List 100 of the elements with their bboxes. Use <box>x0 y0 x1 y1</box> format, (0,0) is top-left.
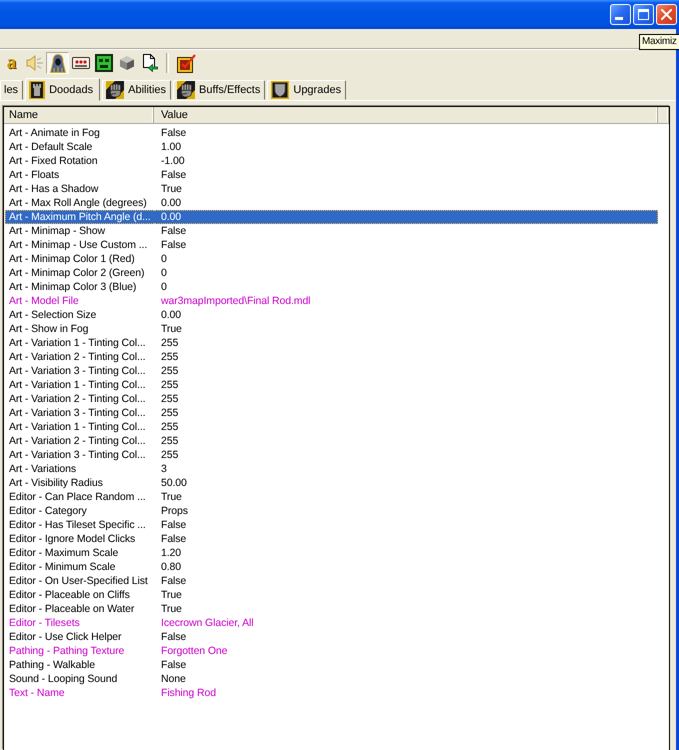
property-name-cell[interactable]: Art - Show in Fog <box>5 322 154 336</box>
property-name-cell[interactable]: Art - Visibility Radius <box>5 476 154 490</box>
property-value-cell[interactable]: False <box>154 238 658 252</box>
property-value-cell[interactable]: True <box>154 490 658 504</box>
property-value-cell[interactable]: True <box>154 322 658 336</box>
property-name-cell[interactable]: Art - Variation 2 - Tinting Col... <box>5 350 154 364</box>
property-name-cell[interactable]: Sound - Looping Sound <box>5 672 154 686</box>
property-value-cell[interactable]: 255 <box>154 392 658 406</box>
property-name-cell[interactable]: Editor - Can Place Random ... <box>5 490 154 504</box>
property-name-cell[interactable]: Editor - Placeable on Cliffs <box>5 588 154 602</box>
property-name-cell[interactable]: Art - Minimap - Use Custom ... <box>5 238 154 252</box>
tooltip: Maximiz <box>639 34 679 50</box>
property-name-cell[interactable]: Art - Variation 1 - Tinting Col... <box>5 420 154 434</box>
tab[interactable]: Abilities <box>102 80 172 100</box>
property-value-cell[interactable]: 0.00 <box>154 210 658 224</box>
property-value-cell[interactable]: 255 <box>154 448 658 462</box>
property-value-cell[interactable]: False <box>154 574 658 588</box>
property-value-cell[interactable]: True <box>154 602 658 616</box>
property-name-cell[interactable]: Art - Variation 1 - Tinting Col... <box>5 378 154 392</box>
cube-icon <box>118 55 134 71</box>
property-value-cell[interactable]: 0 <box>154 280 658 294</box>
property-value-cell[interactable]: Fishing Rod <box>154 686 658 700</box>
property-name-cell[interactable]: Art - Variation 2 - Tinting Col... <box>5 434 154 448</box>
property-value-cell[interactable]: 50.00 <box>154 476 658 490</box>
property-value-cell[interactable]: Props <box>154 504 658 518</box>
property-name-cell[interactable]: Editor - On User-Specified List <box>5 574 154 588</box>
property-name-cell[interactable]: Art - Variation 2 - Tinting Col... <box>5 392 154 406</box>
property-value-cell[interactable]: 0.00 <box>154 308 658 322</box>
property-value-cell[interactable]: False <box>154 168 658 182</box>
property-name-cell[interactable]: Art - Variations <box>5 462 154 476</box>
property-name-cell[interactable]: Art - Minimap Color 2 (Green) <box>5 266 154 280</box>
property-value-cell[interactable]: True <box>154 588 658 602</box>
property-value-cell[interactable]: True <box>154 182 658 196</box>
property-name-cell[interactable]: Art - Variation 3 - Tinting Col... <box>5 364 154 378</box>
column-header[interactable]: Value <box>154 107 658 123</box>
fist-icon <box>177 81 196 99</box>
property-name-cell[interactable]: Art - Floats <box>5 168 154 182</box>
fist-icon <box>106 81 124 99</box>
property-value-cell[interactable]: 255 <box>154 336 658 350</box>
property-value-cell[interactable]: False <box>154 630 658 644</box>
property-name-cell[interactable]: Art - Maximum Pitch Angle (d... <box>5 210 154 224</box>
property-value-cell[interactable]: 255 <box>154 364 658 378</box>
property-value-cell[interactable]: False <box>154 224 658 238</box>
property-name-cell[interactable]: Editor - Maximum Scale <box>5 546 154 560</box>
property-value-cell[interactable]: 255 <box>154 420 658 434</box>
property-value-cell[interactable]: 0 <box>154 266 658 280</box>
property-name-cell[interactable]: Art - Selection Size <box>5 308 154 322</box>
property-name-cell[interactable]: Art - Default Scale <box>5 140 154 154</box>
card-icon <box>72 57 90 69</box>
property-value-cell[interactable]: 3 <box>154 462 658 476</box>
property-value-cell[interactable]: 0.80 <box>154 560 658 574</box>
property-value-cell[interactable]: Icecrown Glacier, All <box>154 616 658 630</box>
tab[interactable]: Buffs/Effects <box>173 80 266 100</box>
property-value-cell[interactable]: 255 <box>154 434 658 448</box>
property-name-cell[interactable]: Art - Minimap Color 3 (Blue) <box>5 280 154 294</box>
property-value-cell[interactable]: 1.20 <box>154 546 658 560</box>
property-name-cell[interactable]: Art - Minimap - Show <box>5 224 154 238</box>
property-name-cell[interactable]: Art - Animate in Fog <box>5 126 154 140</box>
property-name-cell[interactable]: Editor - Category <box>5 504 154 518</box>
property-name-cell[interactable]: Editor - Tilesets <box>5 616 154 630</box>
property-name-cell[interactable]: Art - Variation 1 - Tinting Col... <box>5 336 154 350</box>
property-name-cell[interactable]: Text - Name <box>5 686 154 700</box>
property-name-cell[interactable]: Editor - Placeable on Water <box>5 602 154 616</box>
property-name-cell[interactable]: Art - Max Roll Angle (degrees) <box>5 196 154 210</box>
property-value-cell[interactable]: 0.00 <box>154 196 658 210</box>
property-name-cell[interactable]: Editor - Ignore Model Clicks <box>5 532 154 546</box>
property-value-cell[interactable]: None <box>154 672 658 686</box>
property-name-cell[interactable]: Art - Fixed Rotation <box>5 154 154 168</box>
close-button[interactable] <box>656 4 677 25</box>
maximize-button[interactable] <box>633 4 654 25</box>
minimize-button[interactable] <box>610 4 631 25</box>
property-name-cell[interactable]: Art - Model File <box>5 294 154 308</box>
property-name-cell[interactable]: Art - Variation 3 - Tinting Col... <box>5 406 154 420</box>
property-value-cell[interactable]: False <box>154 518 658 532</box>
property-value-cell[interactable]: 1.00 <box>154 140 658 154</box>
column-header[interactable]: Name <box>4 107 154 123</box>
property-value-cell[interactable]: 255 <box>154 378 658 392</box>
property-name-cell[interactable]: Editor - Minimum Scale <box>5 560 154 574</box>
property-name-cell[interactable]: Pathing - Pathing Texture <box>5 644 154 658</box>
toolbar-button[interactable] <box>175 52 198 74</box>
property-name-cell[interactable]: Pathing - Walkable <box>5 658 154 672</box>
property-value-cell[interactable]: False <box>154 532 658 546</box>
property-value-cell[interactable]: 255 <box>154 350 658 364</box>
property-name-cell[interactable]: Editor - Use Click Helper <box>5 630 154 644</box>
toolbar-button[interactable] <box>92 52 115 74</box>
toolbar-button[interactable] <box>46 52 69 74</box>
property-value-cell[interactable]: 255 <box>154 406 658 420</box>
property-name-cell[interactable]: Editor - Has Tileset Specific ... <box>5 518 154 532</box>
property-value-cell[interactable]: Forgotten One <box>154 644 658 658</box>
property-name-cell[interactable]: Art - Variation 3 - Tinting Col... <box>5 448 154 462</box>
property-value-cell[interactable]: war3mapImported\Final Rod.mdl <box>154 294 658 308</box>
property-value-cell[interactable]: False <box>154 126 658 140</box>
tab[interactable]: les <box>0 80 24 100</box>
property-name-cell[interactable]: Art - Has a Shadow <box>5 182 154 196</box>
tab[interactable]: Doodads <box>25 78 100 101</box>
property-value-cell[interactable]: 0 <box>154 252 658 266</box>
tab[interactable]: Upgrades <box>267 80 346 100</box>
property-value-cell[interactable]: -1.00 <box>154 154 658 168</box>
property-name-cell[interactable]: Art - Minimap Color 1 (Red) <box>5 252 154 266</box>
property-value-cell[interactable]: False <box>154 658 658 672</box>
